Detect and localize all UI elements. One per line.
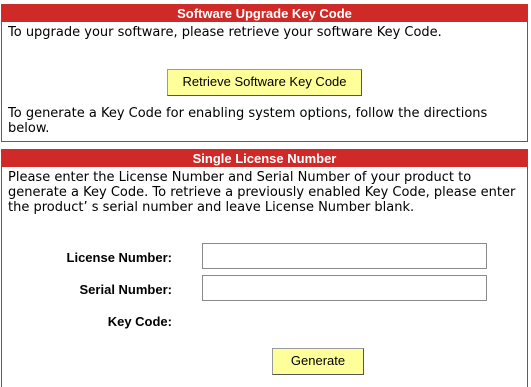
serial-number-input[interactable] <box>202 275 487 301</box>
retrieve-key-code-button[interactable]: Retrieve Software Key Code <box>167 69 362 96</box>
serial-number-label: Serial Number: <box>79 282 172 297</box>
license-panel: Single License Number Please enter the L… <box>1 149 528 387</box>
upgrade-note-text: To generate a Key Code for enabling syst… <box>8 106 488 136</box>
license-number-label: License Number: <box>66 250 172 265</box>
key-code-label: Key Code: <box>107 314 172 329</box>
license-instructions-text: Please enter the License Number and Seri… <box>8 170 516 215</box>
license-number-input[interactable] <box>202 243 487 269</box>
license-panel-header: Single License Number <box>2 150 527 167</box>
upgrade-panel: Software Upgrade Key Code To upgrade you… <box>1 4 528 142</box>
generate-button[interactable]: Generate <box>272 348 364 375</box>
upgrade-intro-text: To upgrade your software, please retriev… <box>8 25 442 40</box>
upgrade-panel-header: Software Upgrade Key Code <box>2 5 527 22</box>
